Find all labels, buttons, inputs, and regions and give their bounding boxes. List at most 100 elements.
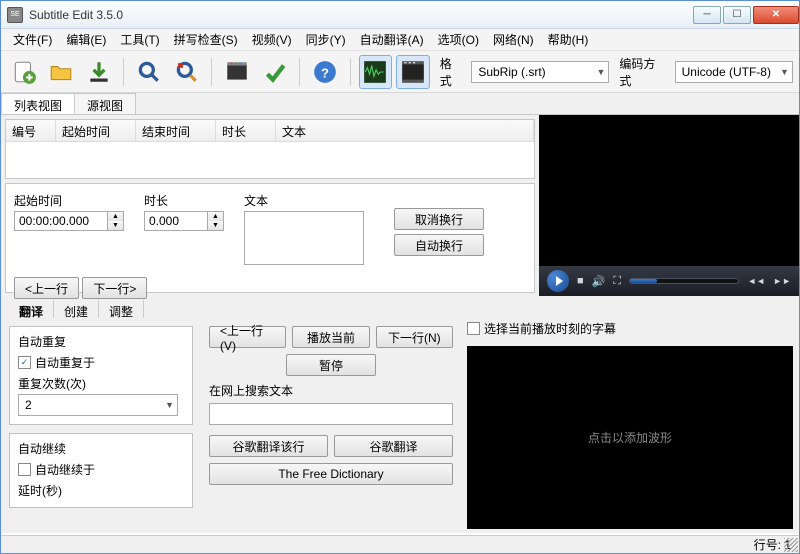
select-current-checkbox[interactable] [467, 322, 480, 335]
col-end[interactable]: 结束时间 [136, 120, 216, 141]
stop-icon[interactable]: ■ [577, 275, 584, 287]
google-translate-line-button[interactable]: 谷歌翻译该行 [209, 435, 328, 457]
next-line-button[interactable]: 下一行> [82, 277, 147, 299]
autorepeat-panel: 自动重复 ✓ 自动重复于 重复次数(次) 2 ▼ 自动继续 自动继续于 延时(秒… [1, 318, 201, 533]
video-preview[interactable]: ■ 🔊 ⛶ ◄◄ ►► [539, 115, 799, 296]
new-button[interactable] [7, 55, 40, 89]
autorepeat-label: 自动重复于 [35, 354, 95, 371]
format-label: 格式 [440, 55, 464, 89]
autocontinue-header: 自动继续 [18, 440, 184, 457]
find-button[interactable] [132, 55, 165, 89]
view-tabs: 列表视图 源视图 [1, 93, 799, 115]
volume-icon[interactable]: 🔊 [592, 275, 606, 288]
fullscreen-icon[interactable]: ⛶ [613, 275, 621, 288]
spellcheck-button[interactable] [258, 55, 291, 89]
col-text[interactable]: 文本 [276, 120, 534, 141]
duration-label: 时长 [144, 192, 224, 209]
tab-create[interactable]: 创建 [54, 300, 99, 318]
play-current-button[interactable]: 播放当前 [292, 326, 369, 348]
separator [299, 58, 300, 86]
waveform-panel[interactable]: 点击以添加波形 [467, 346, 793, 529]
prev-track-icon[interactable]: ◄◄ [747, 276, 765, 286]
encoding-label: 编码方式 [619, 55, 666, 89]
prev-line-v-button[interactable]: <上一行(V) [209, 326, 286, 348]
google-translate-button[interactable]: 谷歌翻译 [334, 435, 453, 457]
duration-input[interactable]: 0.000 ▲▼ [144, 211, 224, 231]
close-button[interactable]: ✕ [753, 6, 799, 24]
spin-down-icon[interactable]: ▼ [208, 221, 223, 230]
next-line-n-button[interactable]: 下一行(N) [376, 326, 453, 348]
next-track-icon[interactable]: ►► [773, 276, 791, 286]
separator [350, 58, 351, 86]
autocontinue-label: 自动继续于 [35, 461, 95, 478]
menu-sync[interactable]: 同步(Y) [300, 29, 352, 50]
chevron-down-icon: ▼ [780, 67, 789, 77]
col-number[interactable]: 编号 [6, 120, 56, 141]
tab-adjust[interactable]: 调整 [99, 300, 144, 318]
app-icon: SE [7, 7, 23, 23]
free-dictionary-button[interactable]: The Free Dictionary [209, 463, 453, 485]
waveform-placeholder: 点击以添加波形 [588, 429, 672, 446]
toolbar: ? 格式 SubRip (.srt) ▼ 编码方式 Unicode (UTF-8… [1, 51, 799, 93]
play-button[interactable] [547, 270, 569, 292]
menu-options[interactable]: 选项(O) [432, 29, 485, 50]
encoding-value: Unicode (UTF-8) [682, 65, 771, 79]
left-pane: 编号 起始时间 结束时间 时长 文本 起始时间 00:00:00.000 ▲▼ … [1, 115, 539, 296]
replace-button[interactable] [170, 55, 203, 89]
save-button[interactable] [82, 55, 115, 89]
menu-autotranslate[interactable]: 自动翻译(A) [354, 29, 430, 50]
waveform-toggle-button[interactable] [359, 55, 393, 89]
minimize-button[interactable]: ─ [693, 6, 721, 24]
svg-text:?: ? [321, 65, 329, 80]
resize-grip[interactable] [784, 538, 798, 552]
format-combo[interactable]: SubRip (.srt) ▼ [471, 61, 609, 83]
col-duration[interactable]: 时长 [216, 120, 276, 141]
websearch-input[interactable] [209, 403, 453, 425]
tab-translate[interactable]: 翻译 [9, 300, 54, 318]
open-button[interactable] [44, 55, 77, 89]
window-title: Subtitle Edit 3.5.0 [29, 8, 123, 22]
subtitle-text-input[interactable] [244, 211, 364, 265]
menu-file[interactable]: 文件(F) [7, 29, 58, 50]
visual-sync-button[interactable] [220, 55, 253, 89]
unbreak-button[interactable]: 取消换行 [394, 208, 484, 230]
video-toggle-button[interactable] [396, 55, 430, 89]
menu-network[interactable]: 网络(N) [487, 29, 540, 50]
autorepeat-header: 自动重复 [18, 333, 184, 350]
title-bar: SE Subtitle Edit 3.5.0 ─ ☐ ✕ [1, 1, 799, 29]
seek-bar[interactable] [629, 278, 739, 284]
edit-area: 起始时间 00:00:00.000 ▲▼ 时长 0.000 ▲▼ 文本 [5, 183, 535, 293]
autorepeat-checkbox[interactable]: ✓ [18, 356, 31, 369]
menu-edit[interactable]: 编辑(E) [60, 29, 112, 50]
spin-up-icon[interactable]: ▲ [108, 212, 123, 221]
help-button[interactable]: ? [308, 55, 341, 89]
spin-up-icon[interactable]: ▲ [208, 212, 223, 221]
encoding-combo[interactable]: Unicode (UTF-8) ▼ [675, 61, 793, 83]
prev-line-button[interactable]: <上一行 [14, 277, 79, 299]
delay-label: 延时(秒) [18, 482, 184, 499]
maximize-button[interactable]: ☐ [723, 6, 751, 24]
repeat-count-combo[interactable]: 2 ▼ [18, 394, 178, 416]
repeat-count-label: 重复次数(次) [18, 375, 184, 392]
format-value: SubRip (.srt) [478, 65, 545, 79]
pause-button[interactable]: 暂停 [286, 354, 376, 376]
menu-video[interactable]: 视频(V) [246, 29, 298, 50]
tab-sourceview[interactable]: 源视图 [74, 93, 136, 114]
bottom-tabs: 翻译 创建 调整 [1, 296, 799, 318]
menu-tools[interactable]: 工具(T) [114, 29, 165, 50]
menu-bar: 文件(F) 编辑(E) 工具(T) 拼写检查(S) 视频(V) 同步(Y) 自动… [1, 29, 799, 51]
chevron-down-icon: ▼ [596, 67, 605, 77]
col-start[interactable]: 起始时间 [56, 120, 136, 141]
translate-panel: <上一行(V) 播放当前 下一行(N) 暂停 在网上搜索文本 谷歌翻译该行 谷歌… [201, 318, 461, 533]
menu-spellcheck[interactable]: 拼写检查(S) [168, 29, 244, 50]
autobreak-button[interactable]: 自动换行 [394, 234, 484, 256]
select-current-label: 选择当前播放时刻的字幕 [484, 320, 616, 337]
subtitle-grid[interactable]: 编号 起始时间 结束时间 时长 文本 [5, 119, 535, 179]
tab-listview[interactable]: 列表视图 [1, 93, 75, 114]
websearch-label: 在网上搜索文本 [209, 382, 453, 399]
spin-down-icon[interactable]: ▼ [108, 221, 123, 230]
menu-help[interactable]: 帮助(H) [542, 29, 595, 50]
autocontinue-checkbox[interactable] [18, 463, 31, 476]
start-time-input[interactable]: 00:00:00.000 ▲▼ [14, 211, 124, 231]
separator [123, 58, 124, 86]
